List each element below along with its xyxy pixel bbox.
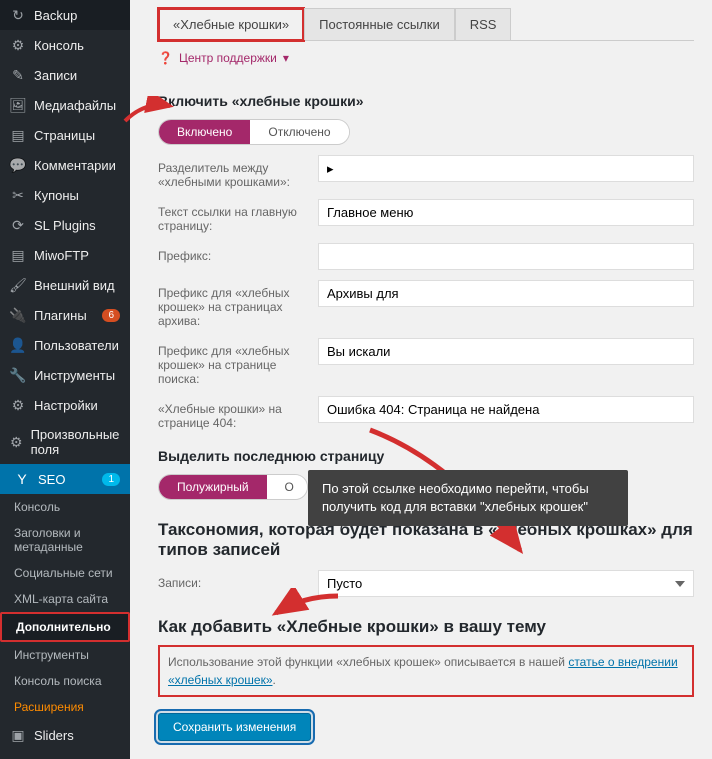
menu-label: Внешний вид [34, 278, 115, 293]
menu-item-11[interactable]: 👤 Пользователи [0, 330, 130, 360]
menu-item-2[interactable]: ✎ Записи [0, 60, 130, 90]
toggle-off[interactable]: Отключено [250, 120, 348, 144]
sliders-menu[interactable]: ▣ Sliders [0, 720, 130, 750]
menu-icon: ⚙ [10, 397, 26, 413]
menu-item-6[interactable]: ✂ Купоны [0, 180, 130, 210]
hint-tooltip: По этой ссылке необходимо перейти, чтобы… [308, 470, 628, 526]
info-text: Использование этой функции «хлебных крош… [168, 655, 568, 669]
tab-2[interactable]: RSS [455, 8, 512, 40]
menu-item-15[interactable]: Y SEO 1 [0, 464, 130, 494]
admin-sidebar: ↻ Backup ⚙ Консоль ✎ Записи 🖼 Медиафайлы ▤ Страни… [0, 0, 130, 759]
menu-badge: 1 [102, 473, 120, 486]
home-input[interactable] [318, 199, 694, 226]
menu-item-7[interactable]: ⟳ SL Plugins [0, 210, 130, 240]
menu-label: SL Plugins [34, 218, 96, 233]
menu-icon: ⚙ [10, 434, 23, 450]
menu-item-9[interactable]: 🖌 Внешний вид [0, 270, 130, 300]
tab-0[interactable]: «Хлебные крошки» [158, 8, 304, 41]
menu-icon: Y [14, 471, 30, 487]
menu-icon: 🖌 [10, 277, 26, 293]
sub-item-7[interactable]: Расширения [0, 694, 130, 720]
menu-item-8[interactable]: ▤ MiwoFTP [0, 240, 130, 270]
archive-input[interactable] [318, 280, 694, 307]
menu-label: SEO [38, 472, 65, 487]
sub-item-5[interactable]: Инструменты [0, 642, 130, 668]
menu-icon: ✎ [10, 67, 26, 83]
menu-icon: ⚙ [10, 37, 26, 53]
support-label: Центр поддержки [179, 51, 277, 65]
sub-item-2[interactable]: Социальные сети [0, 560, 130, 586]
prefix-label: Префикс: [158, 243, 308, 263]
sep-label: Разделитель между «хлебными крошками»: [158, 155, 308, 189]
sub-item-0[interactable]: Консоль [0, 494, 130, 520]
sub-item-1[interactable]: Заголовки и метаданные [0, 520, 130, 560]
menu-item-0[interactable]: ↻ Backup [0, 0, 130, 30]
menu-icon: 🔧 [10, 367, 26, 383]
menu-item-5[interactable]: 💬 Комментарии [0, 150, 130, 180]
lastpage-heading: Выделить последнюю страницу [158, 448, 694, 464]
bold-on[interactable]: Полужирный [159, 475, 267, 499]
archive-label: Префикс для «хлебных крошек» на страница… [158, 280, 308, 328]
menu-label: Настройки [34, 398, 98, 413]
main-content: «Хлебные крошки»Постоянные ссылкиRSS ❓ Ц… [130, 0, 712, 759]
menu-label: Инструменты [34, 368, 115, 383]
menu-label: Медиафайлы [34, 98, 116, 113]
menu-icon: 👤 [10, 337, 26, 353]
e404-label: «Хлебные крошки» на странице 404: [158, 396, 308, 430]
support-link[interactable]: ❓ Центр поддержки ▾ [158, 41, 694, 75]
search-label: Префикс для «хлебных крошек» на странице… [158, 338, 308, 386]
home-label: Текст ссылки на главную страницу: [158, 199, 308, 233]
sliders-icon: ▣ [10, 727, 26, 743]
posts-select[interactable]: Пусто [318, 570, 694, 597]
menu-icon: ✂ [10, 187, 26, 203]
sep-input[interactable] [318, 155, 694, 182]
search-input[interactable] [318, 338, 694, 365]
menu-icon: ▤ [10, 247, 26, 263]
sub-item-4[interactable]: Дополнительно [0, 612, 130, 642]
save-button[interactable]: Сохранить изменения [158, 713, 311, 741]
menu-icon: 💬 [10, 157, 26, 173]
menu-item-13[interactable]: ⚙ Настройки [0, 390, 130, 420]
chevron-down-icon: ▾ [283, 51, 289, 65]
menu-icon: 🔌 [10, 307, 26, 323]
menu-item-14[interactable]: ⚙ Произвольные поля [0, 420, 130, 464]
bold-off[interactable]: О [267, 475, 307, 499]
menu-label: Произвольные поля [31, 427, 120, 457]
menu-label: Записи [34, 68, 77, 83]
menu-item-1[interactable]: ⚙ Консоль [0, 30, 130, 60]
enable-toggle[interactable]: Включено Отключено [158, 119, 350, 145]
menu-label: Backup [34, 8, 77, 23]
menu-icon: 🖼 [10, 97, 26, 113]
sub-item-3[interactable]: XML-карта сайта [0, 586, 130, 612]
posts-label: Записи: [158, 570, 308, 590]
prefix-input[interactable] [318, 243, 694, 270]
sliders-label: Sliders [34, 728, 74, 743]
menu-item-12[interactable]: 🔧 Инструменты [0, 360, 130, 390]
info-box: Использование этой функции «хлебных крош… [158, 645, 694, 697]
menu-label: Плагины [34, 308, 87, 323]
tabs-bar: «Хлебные крошки»Постоянные ссылкиRSS [158, 8, 694, 41]
tab-1[interactable]: Постоянные ссылки [304, 8, 455, 40]
enable-heading: Включить «хлебные крошки» [158, 93, 694, 109]
menu-item-10[interactable]: 🔌 Плагины 6 [0, 300, 130, 330]
menu-label: Пользователи [34, 338, 119, 353]
e404-input[interactable] [318, 396, 694, 423]
menu-icon: ▤ [10, 127, 26, 143]
menu-icon: ⟳ [10, 217, 26, 233]
menu-label: Страницы [34, 128, 95, 143]
menu-label: Консоль [34, 38, 84, 53]
menu-item-3[interactable]: 🖼 Медиафайлы [0, 90, 130, 120]
menu-item-4[interactable]: ▤ Страницы [0, 120, 130, 150]
help-icon: ❓ [158, 51, 173, 65]
menu-icon: ↻ [10, 7, 26, 23]
howto-heading: Как добавить «Хлебные крошки» в вашу тем… [158, 617, 694, 637]
menu-label: Комментарии [34, 158, 116, 173]
menu-label: MiwoFTP [34, 248, 89, 263]
menu-label: Купоны [34, 188, 79, 203]
toggle-on[interactable]: Включено [159, 120, 250, 144]
menu-badge: 6 [102, 309, 120, 322]
sub-item-6[interactable]: Консоль поиска [0, 668, 130, 694]
bold-toggle[interactable]: Полужирный О [158, 474, 308, 500]
